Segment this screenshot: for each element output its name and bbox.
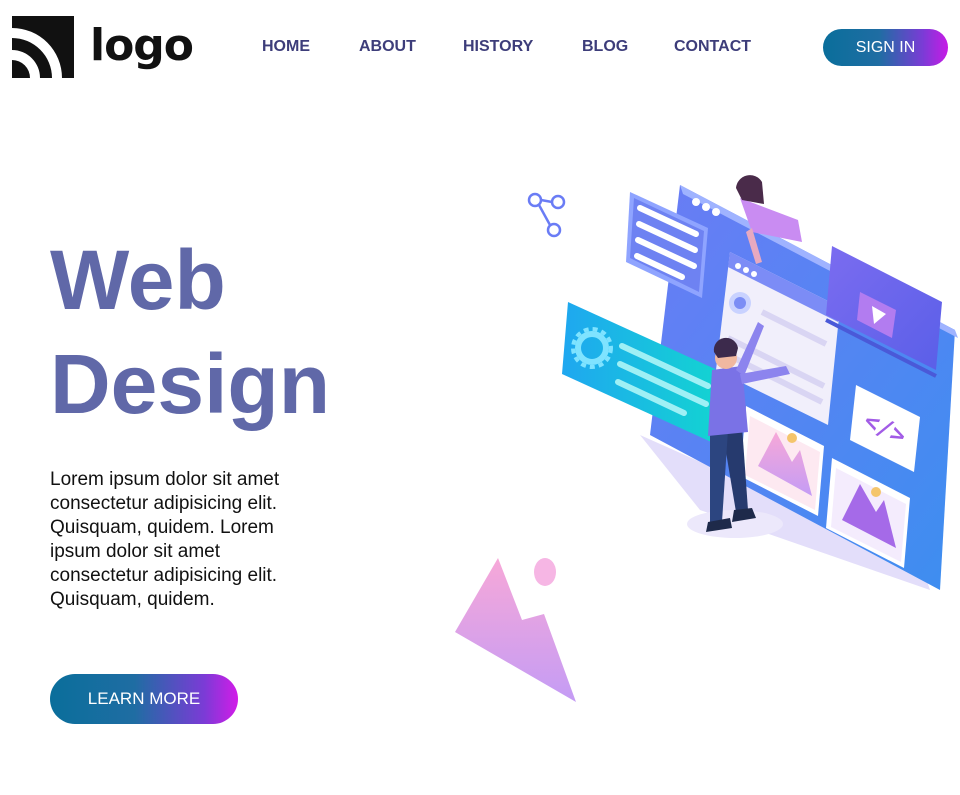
- site-header: logo HOME ABOUT HISTORY BLOG CONTACT SIG…: [0, 0, 960, 95]
- hero-title-line-2: Design: [50, 337, 331, 431]
- web-design-illustration: </>: [455, 175, 958, 702]
- hero-title: Web Design: [50, 228, 380, 436]
- nav-blog[interactable]: BLOG: [582, 38, 628, 56]
- logo[interactable]: logo: [12, 16, 194, 78]
- nav-contact[interactable]: CONTACT: [674, 38, 751, 56]
- sign-in-button[interactable]: SIGN IN: [823, 29, 948, 66]
- learn-more-button[interactable]: LEARN MORE: [50, 674, 238, 724]
- wifi-logo-icon: [12, 16, 74, 78]
- share-icon: [527, 192, 566, 238]
- hero-description: Lorem ipsum dolor sit amet consectetur a…: [50, 469, 280, 610]
- nav-history[interactable]: HISTORY: [463, 38, 533, 56]
- logo-text: logo: [90, 20, 194, 71]
- hero-title-line-1: Web: [50, 233, 226, 327]
- nav-about[interactable]: ABOUT: [359, 38, 416, 56]
- nav-home[interactable]: HOME: [262, 38, 310, 56]
- floating-mountain-icon: [455, 558, 576, 702]
